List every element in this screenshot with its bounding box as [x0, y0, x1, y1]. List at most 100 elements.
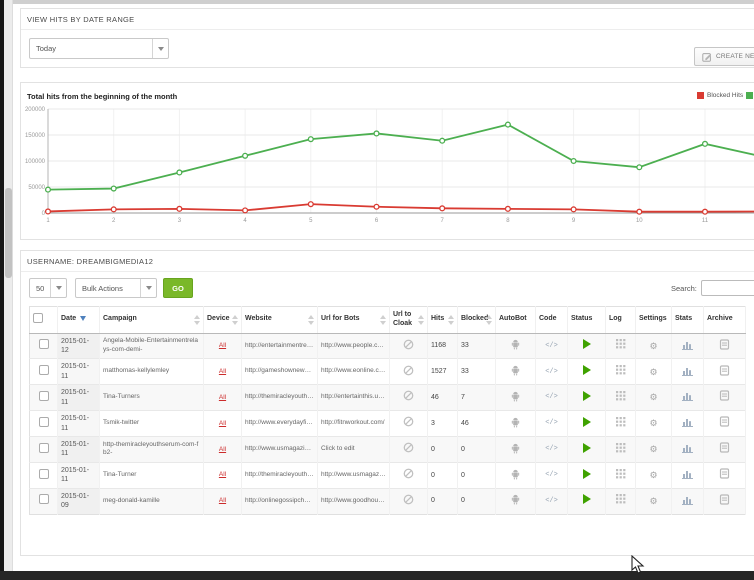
bar-chart-icon[interactable] — [682, 339, 694, 350]
cell-url-for-bots[interactable]: http://www.goodhouseke... — [318, 488, 390, 514]
archive-icon[interactable] — [719, 365, 730, 376]
row-checkbox[interactable] — [39, 391, 49, 401]
bulk-actions-select[interactable]: Bulk Actions — [75, 278, 157, 298]
code-icon[interactable]: </> — [545, 497, 558, 506]
archive-icon[interactable] — [719, 494, 730, 505]
cell-url-for-bots[interactable]: http://www.eonline.com/n... — [318, 359, 390, 385]
calendar-grid-icon[interactable] — [616, 391, 626, 401]
device-link[interactable]: All — [219, 471, 226, 478]
circle-slash-icon[interactable] — [403, 442, 414, 453]
android-icon[interactable] — [510, 416, 521, 428]
gear-icon[interactable]: ⚙ — [649, 443, 657, 455]
circle-slash-icon[interactable] — [403, 416, 414, 427]
cell-website[interactable]: http://www.everydayfitnes... — [242, 411, 318, 437]
play-icon[interactable] — [582, 365, 591, 375]
col-header-url-for-bots[interactable]: Url for Bots — [318, 307, 390, 334]
bar-chart-icon[interactable] — [682, 416, 694, 427]
calendar-grid-icon[interactable] — [616, 339, 626, 349]
circle-slash-icon[interactable] — [403, 468, 414, 479]
cell-url-for-bots[interactable]: http://www.usmagazine.c... — [318, 462, 390, 488]
gear-icon[interactable]: ⚙ — [649, 391, 657, 403]
cell-url-for-bots[interactable]: http://entertainthis.usatod... — [318, 385, 390, 411]
row-checkbox[interactable] — [39, 365, 49, 375]
go-button[interactable]: GO — [163, 278, 193, 298]
left-scrollbar-thumb[interactable] — [5, 188, 12, 278]
android-icon[interactable] — [510, 390, 521, 402]
circle-slash-icon[interactable] — [403, 365, 414, 376]
bar-chart-icon[interactable] — [682, 494, 694, 505]
gear-icon[interactable]: ⚙ — [649, 469, 657, 481]
cell-website[interactable]: http://gameshownews.net — [242, 359, 318, 385]
play-icon[interactable] — [582, 417, 591, 427]
archive-icon[interactable] — [719, 339, 730, 350]
cell-website[interactable]: http://www.usmagazine.c... — [242, 437, 318, 463]
row-checkbox[interactable] — [39, 417, 49, 427]
play-icon[interactable] — [582, 469, 591, 479]
calendar-grid-icon[interactable] — [616, 469, 626, 479]
col-header-device[interactable]: Device — [204, 307, 242, 334]
row-checkbox[interactable] — [39, 469, 49, 479]
gear-icon[interactable]: ⚙ — [649, 417, 657, 429]
play-icon[interactable] — [582, 494, 591, 504]
row-checkbox[interactable] — [39, 339, 49, 349]
play-icon[interactable] — [582, 443, 591, 453]
code-icon[interactable]: </> — [545, 368, 558, 377]
create-new-campaign-button[interactable]: CREATE NEW CAMPAIGN — [694, 47, 754, 66]
cell-website[interactable]: http://entertainmentrelays... — [242, 333, 318, 359]
archive-icon[interactable] — [719, 390, 730, 401]
archive-icon[interactable] — [719, 416, 730, 427]
bar-chart-icon[interactable] — [682, 468, 694, 479]
bar-chart-icon[interactable] — [682, 365, 694, 376]
android-icon[interactable] — [510, 468, 521, 480]
page-size-select[interactable]: 50 — [29, 278, 67, 298]
device-link[interactable]: All — [219, 342, 226, 349]
android-icon[interactable] — [510, 493, 521, 505]
cell-website[interactable]: http://themiracleyouthser... — [242, 385, 318, 411]
code-icon[interactable]: </> — [545, 342, 558, 351]
gear-icon[interactable]: ⚙ — [649, 340, 657, 352]
device-link[interactable]: All — [219, 394, 226, 401]
col-header-url-to-cloak[interactable]: Url to Cloak — [390, 307, 428, 334]
code-icon[interactable]: </> — [545, 471, 558, 480]
device-link[interactable]: All — [219, 368, 226, 375]
calendar-grid-icon[interactable] — [616, 443, 626, 453]
circle-slash-icon[interactable] — [403, 339, 414, 350]
col-header-blocked[interactable]: Blocked — [458, 307, 496, 334]
device-link[interactable]: All — [219, 446, 226, 453]
archive-icon[interactable] — [719, 468, 730, 479]
calendar-grid-icon[interactable] — [616, 365, 626, 375]
bar-chart-icon[interactable] — [682, 442, 694, 453]
left-scrollbar-track[interactable] — [4, 0, 13, 580]
circle-slash-icon[interactable] — [403, 494, 414, 505]
select-all-checkbox[interactable] — [33, 313, 43, 323]
cell-url-for-bots[interactable]: http://www.people.com/ar... — [318, 333, 390, 359]
col-header-campaign[interactable]: Campaign — [100, 307, 204, 334]
cell-url-for-bots[interactable]: http://fitnworkout.com/ — [318, 411, 390, 437]
code-icon[interactable]: </> — [545, 445, 558, 454]
col-header-date[interactable]: Date — [58, 307, 100, 334]
device-link[interactable]: All — [219, 420, 226, 427]
col-header-website[interactable]: Website — [242, 307, 318, 334]
play-icon[interactable] — [582, 391, 591, 401]
archive-icon[interactable] — [719, 442, 730, 453]
android-icon[interactable] — [510, 338, 521, 350]
cell-url-for-bots[interactable]: Click to edit — [318, 437, 390, 463]
row-checkbox[interactable] — [39, 494, 49, 504]
date-range-select[interactable]: Today — [29, 38, 169, 59]
code-icon[interactable]: </> — [545, 393, 558, 402]
device-link[interactable]: All — [219, 497, 226, 504]
calendar-grid-icon[interactable] — [616, 494, 626, 504]
col-header-hits[interactable]: Hits — [428, 307, 458, 334]
row-checkbox[interactable] — [39, 443, 49, 453]
bar-chart-icon[interactable] — [682, 390, 694, 401]
code-icon[interactable]: </> — [545, 419, 558, 428]
gear-icon[interactable]: ⚙ — [649, 495, 657, 507]
circle-slash-icon[interactable] — [403, 390, 414, 401]
cell-website[interactable]: http://onlinegossipchann... — [242, 488, 318, 514]
play-icon[interactable] — [582, 339, 591, 349]
cell-website[interactable]: http://themiracleyouthser... — [242, 462, 318, 488]
gear-icon[interactable]: ⚙ — [649, 366, 657, 378]
android-icon[interactable] — [510, 364, 521, 376]
calendar-grid-icon[interactable] — [616, 417, 626, 427]
android-icon[interactable] — [510, 442, 521, 454]
